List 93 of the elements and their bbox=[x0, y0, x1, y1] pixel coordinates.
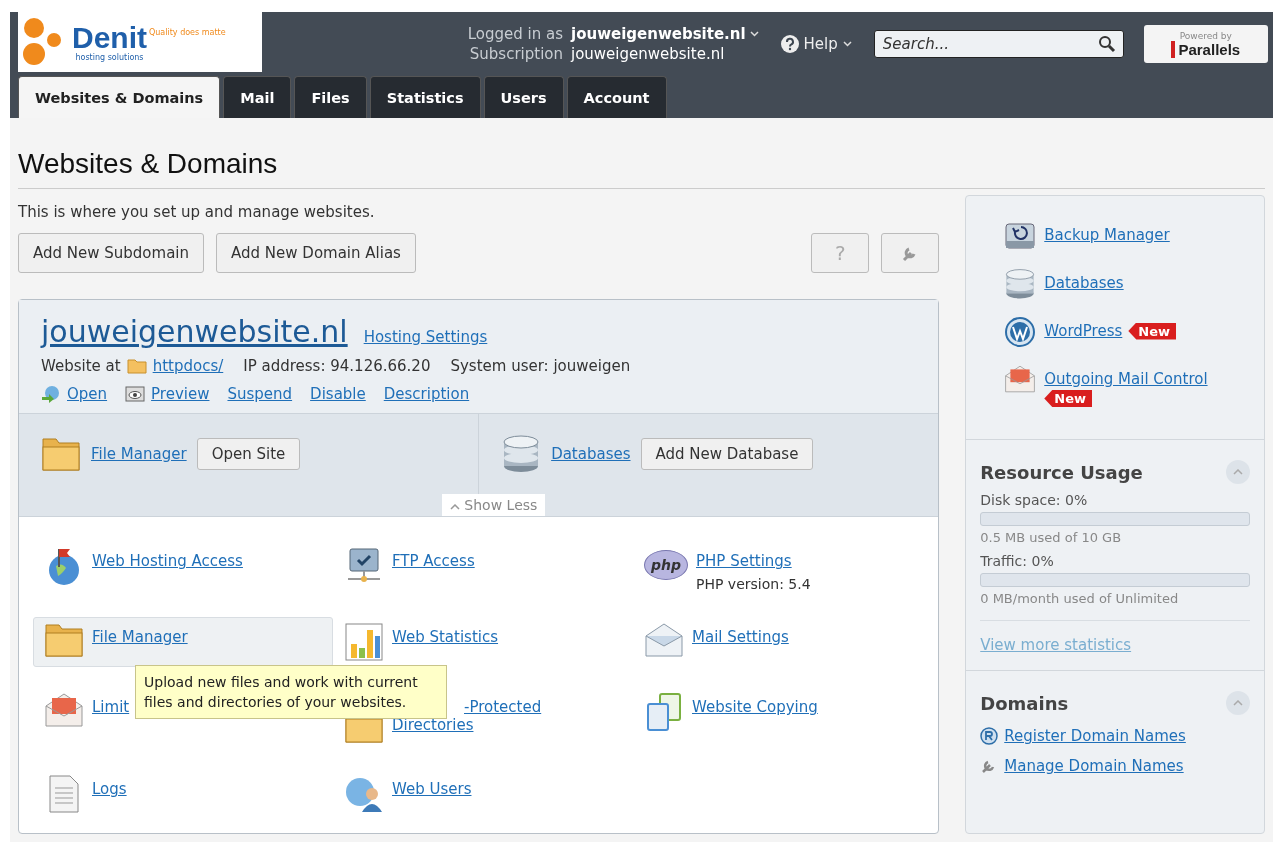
php-version: PHP version: 5.4 bbox=[696, 576, 811, 592]
settings-button[interactable] bbox=[881, 233, 940, 273]
domain-action-link[interactable]: Preview bbox=[151, 385, 210, 403]
logo-tagline: Quality does matte bbox=[149, 28, 226, 37]
domain-name-link[interactable]: jouweigenwebsite.nl bbox=[41, 314, 348, 349]
new-badge: New bbox=[1128, 322, 1176, 340]
nav-tab[interactable]: Account bbox=[566, 76, 667, 118]
copy-pages-icon bbox=[644, 692, 684, 732]
meter-note: 0 MB/month used of Unlimited bbox=[980, 591, 1180, 606]
meter-note: 0.5 MB used of 10 GB bbox=[980, 530, 1123, 545]
meter-label: Traffic: 0% bbox=[980, 553, 1055, 569]
tool-link[interactable]: Web Hosting Access bbox=[92, 552, 243, 570]
help-icon bbox=[780, 35, 799, 53]
logo[interactable]: Denit hosting solutions Quality does matte bbox=[18, 12, 262, 72]
quick-link[interactable]: File Manager bbox=[91, 445, 187, 463]
hosting-settings-link[interactable]: Hosting Settings bbox=[363, 328, 488, 346]
chevron-up-icon bbox=[1233, 469, 1243, 475]
eye-window-icon bbox=[125, 386, 146, 402]
domain-action-link[interactable]: Disable bbox=[310, 385, 366, 403]
php-icon: php bbox=[644, 550, 688, 580]
folder-icon bbox=[126, 358, 147, 374]
tool-link[interactable]: Web Statistics bbox=[392, 628, 499, 646]
brand-name: Parallels bbox=[1171, 40, 1241, 58]
search-icon[interactable] bbox=[1097, 35, 1116, 53]
highlighted-tool-item[interactable]: File Manager bbox=[33, 617, 333, 667]
tool-link[interactable]: Web Users bbox=[392, 780, 472, 798]
tooltip: Upload new files and work with current files and directories of your websites. bbox=[135, 665, 447, 719]
logged-in-label: Logged in as bbox=[467, 25, 563, 43]
ip-address: IP address: 94.126.66.20 bbox=[243, 357, 431, 375]
tool-link[interactable]: Logs bbox=[92, 780, 127, 798]
help-menu[interactable]: Help bbox=[780, 35, 852, 53]
backup-drive-icon bbox=[1004, 220, 1037, 252]
nav-tab[interactable]: Mail bbox=[223, 76, 292, 118]
folder-icon bbox=[41, 436, 81, 472]
powered-by-label: Powered by bbox=[1179, 30, 1232, 41]
sidebar-link[interactable]: Databases bbox=[1044, 274, 1124, 292]
meter-label: Disk space: 0% bbox=[980, 492, 1089, 508]
collapse-button[interactable] bbox=[1226, 691, 1250, 715]
database-icon bbox=[501, 434, 542, 474]
logo-subtitle: hosting solutions bbox=[75, 52, 144, 62]
domain-action-link[interactable]: Open bbox=[67, 385, 108, 403]
tool-link[interactable]: Mail Settings bbox=[692, 628, 789, 646]
show-less-toggle[interactable]: Show Less bbox=[441, 494, 546, 516]
action-button[interactable]: Add New Subdomain bbox=[18, 233, 205, 273]
website-at-label: Website at bbox=[41, 357, 121, 375]
caret-icon bbox=[842, 41, 852, 47]
nav-tab[interactable]: Users bbox=[483, 76, 564, 118]
system-user: System user: jouweigen bbox=[450, 357, 631, 375]
help-label: Help bbox=[803, 35, 838, 53]
collapse-button[interactable] bbox=[1226, 460, 1250, 484]
quick-link[interactable]: Databases bbox=[551, 445, 631, 463]
nav-tab[interactable]: Websites & Domains bbox=[18, 76, 221, 118]
sidebar-link[interactable]: Outgoing Mail Control bbox=[1044, 370, 1208, 388]
sidebar-link[interactable]: Backup Manager bbox=[1044, 226, 1170, 244]
sidebar-link[interactable]: WordPress bbox=[1044, 322, 1123, 340]
envelope-icon bbox=[644, 622, 684, 658]
wordpress-icon bbox=[1004, 316, 1037, 348]
envelope-icon bbox=[1004, 364, 1037, 394]
database-icon bbox=[1004, 268, 1037, 300]
subscription-value: jouweigenwebsite.nl bbox=[571, 45, 725, 63]
section-title: Resource Usage bbox=[980, 461, 1143, 483]
registered-icon bbox=[980, 727, 999, 745]
section-title: Domains bbox=[980, 692, 1069, 714]
tool-link[interactable]: Limit bbox=[92, 698, 130, 716]
logged-in-user[interactable]: jouweigenwebsite.nl bbox=[571, 25, 746, 43]
quick-button[interactable]: Open Site bbox=[196, 438, 301, 470]
subscription-label: Subscription bbox=[468, 45, 563, 63]
domain-link[interactable]: Manage Domain Names bbox=[1004, 757, 1184, 775]
page-title: Websites & Domains bbox=[18, 118, 1265, 189]
nav-tab[interactable]: Statistics bbox=[369, 76, 481, 118]
tool-link[interactable]: PHP Settings bbox=[696, 552, 811, 570]
caret-icon[interactable] bbox=[749, 31, 759, 37]
domain-link[interactable]: Register Domain Names bbox=[1004, 727, 1186, 745]
tool-link[interactable]: File Manager bbox=[92, 628, 188, 646]
chevron-up-icon bbox=[1233, 700, 1243, 706]
tool-link[interactable]: FTP Access bbox=[392, 552, 475, 570]
intro-text: This is where you set up and manage websites. bbox=[18, 203, 376, 221]
quick-button[interactable]: Add New Database bbox=[640, 438, 814, 470]
powered-by-badge[interactable]: Powered by Parallels bbox=[1143, 25, 1268, 63]
search-field[interactable]: Search... bbox=[873, 30, 1124, 58]
domain-action-link[interactable]: Description bbox=[383, 385, 470, 403]
logo-name: Denit bbox=[72, 22, 147, 53]
domain-action-link[interactable]: Suspend bbox=[227, 385, 293, 403]
chevron-up-icon bbox=[449, 504, 460, 510]
globe-arrow-icon bbox=[41, 385, 61, 403]
bar-chart-icon bbox=[344, 622, 384, 662]
envelope-icon bbox=[44, 692, 84, 728]
tool-link[interactable]: Website Copying bbox=[692, 698, 818, 716]
folder-icon bbox=[44, 622, 84, 658]
nav-tab[interactable]: Files bbox=[294, 76, 367, 118]
document-root-link[interactable]: httpdocs/ bbox=[152, 357, 224, 375]
action-button[interactable]: Add New Domain Alias bbox=[216, 233, 416, 273]
new-badge: New bbox=[1044, 390, 1092, 407]
